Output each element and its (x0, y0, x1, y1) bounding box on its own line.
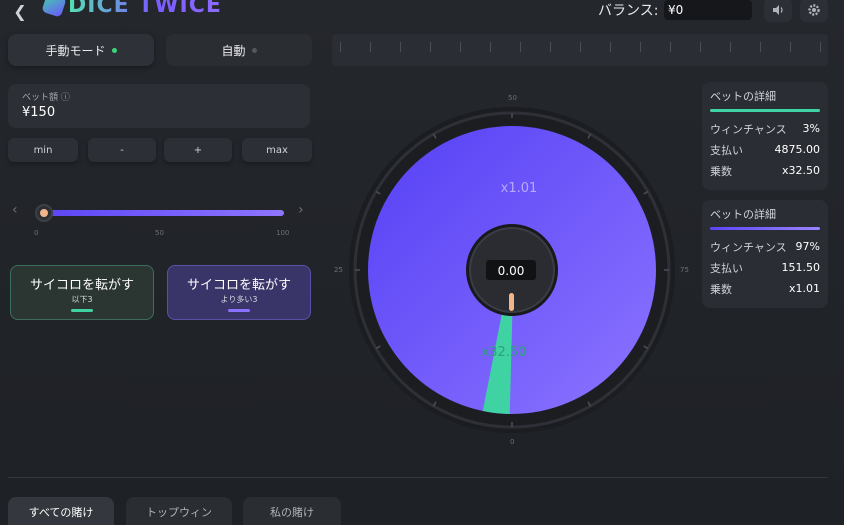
bet-details-under: ベットの詳細 ウィンチャンス 3% 支払い 4875.00 乗数 x32.50 (702, 82, 828, 190)
low-multiplier-label: x32.50 (482, 345, 527, 360)
roll-over-button[interactable]: サイコロを転がす より多い3 (167, 265, 311, 320)
history-tick (340, 42, 341, 52)
history-tick (520, 42, 521, 52)
tab-auto-mode[interactable]: 自動 (166, 34, 312, 66)
detail-row: 支払い 4875.00 (710, 139, 820, 160)
history-tick (430, 42, 431, 52)
tab-my-bets[interactable]: 私の賭け (243, 497, 341, 525)
speaker-icon (773, 5, 783, 15)
slider-label-mid: 50 (155, 229, 164, 237)
history-tick (460, 42, 461, 52)
chance-slider-handle[interactable] (35, 204, 53, 222)
bet-min-button[interactable]: min (8, 138, 78, 162)
detail-value: x32.50 (781, 164, 820, 177)
chance-slider-track[interactable] (40, 210, 284, 216)
bet-plus-button[interactable]: + (164, 138, 232, 162)
bet-amount-field[interactable]: ベット額 ⓘ ¥150 (8, 84, 310, 128)
history-tick (790, 42, 791, 52)
bet-max-button[interactable]: max (242, 138, 312, 162)
balance-label: バランス: (598, 3, 659, 19)
dice-logo-icon (41, 0, 67, 18)
section-divider (8, 477, 828, 478)
detail-value: 151.50 (781, 261, 821, 274)
roll-over-accent-bar (228, 308, 250, 312)
history-tick (670, 42, 671, 52)
detail-key: 乗数 (710, 282, 732, 296)
detail-value: 4875.00 (774, 143, 821, 156)
slider-knob-dot (40, 209, 48, 217)
tab-all-bets[interactable]: すべての賭け (8, 497, 114, 525)
detail-key: 乗数 (710, 164, 732, 178)
detail-row: ウィンチャンス 97% (710, 236, 820, 257)
chevron-left-icon: ❮ (13, 1, 27, 21)
wheel-mark-left: 25 (334, 266, 343, 274)
roll-under-accent-bar (71, 308, 93, 312)
detail-row: ウィンチャンス 3% (710, 118, 820, 139)
wheel-pointer (509, 293, 514, 311)
result-value: 0.00 (498, 264, 525, 278)
logo: DICE TWICE (41, 0, 222, 18)
tab-top-wins[interactable]: トップウィン (126, 497, 232, 525)
history-tick (640, 42, 641, 52)
sound-button[interactable] (764, 0, 792, 22)
history-tick (400, 42, 401, 52)
wheel-mark-bottom: 0 (510, 438, 515, 446)
detail-key: 支払い (710, 261, 743, 275)
gear-icon (808, 4, 820, 16)
bet-details-accent-line (710, 227, 820, 230)
history-tick (730, 42, 731, 52)
roll-under-title: サイコロを転がす (29, 277, 134, 293)
bet-details-over: ベットの詳細 ウィンチャンス 97% 支払い 151.50 乗数 x1.01 (702, 200, 828, 308)
detail-value: x1.01 (788, 282, 820, 295)
slider-label-end: 100 (276, 229, 290, 237)
roll-over-title: サイコロを転がす (186, 277, 291, 293)
slider-label-start: 0 (34, 229, 39, 237)
bet-details-accent-line (710, 109, 820, 112)
bet-details-title: ベットの詳細 (710, 208, 776, 221)
wheel-mark-right: 75 (680, 266, 689, 274)
logo-text: DICE TWICE (68, 0, 222, 18)
detail-row: 支払い 151.50 (710, 257, 820, 278)
history-tick (760, 42, 761, 52)
history-tick (700, 42, 701, 52)
settings-button[interactable] (800, 0, 828, 22)
detail-key: ウィンチャンス (710, 122, 787, 136)
back-button[interactable]: ❮ (6, 0, 34, 24)
detail-row: 乗数 x1.01 (710, 278, 820, 299)
active-dot-icon (111, 47, 117, 53)
wheel-graphic: x1.01 x32.50 0.00 (349, 107, 675, 433)
detail-value: 97% (795, 240, 820, 253)
inactive-dot-icon (251, 47, 257, 53)
history-tick (370, 42, 371, 52)
detail-row: 乗数 x32.50 (710, 160, 820, 181)
history-tick (610, 42, 611, 52)
results-history-strip (332, 34, 828, 66)
roll-under-subtitle: 以下3 (71, 294, 93, 304)
roll-over-subtitle: より多い3 (220, 294, 258, 304)
game-root: ❮ DICE TWICE バランス: ¥0 手動モード 自動 ベット額 ⓘ ¥1… (0, 0, 844, 525)
tab-manual-label: 手動モード (45, 43, 106, 58)
history-tick (580, 42, 581, 52)
slider-right-arrow-icon[interactable]: › (298, 202, 304, 218)
dice-wheel: x1.01 x32.50 0.00 50 25 75 0 (334, 94, 689, 456)
tab-manual-mode[interactable]: 手動モード (8, 34, 154, 66)
history-tick (820, 42, 821, 52)
bet-amount-label: ベット額 ⓘ (22, 93, 70, 103)
detail-key: ウィンチャンス (710, 240, 787, 254)
high-multiplier-label: x1.01 (501, 181, 538, 196)
tab-auto-label: 自動 (221, 43, 246, 58)
slider-left-arrow-icon[interactable]: ‹ (12, 202, 18, 218)
bet-details-title: ベットの詳細 (710, 90, 776, 103)
history-tick (550, 42, 551, 52)
roll-under-button[interactable]: サイコロを転がす 以下3 (10, 265, 154, 320)
bet-amount-value: ¥150 (22, 105, 56, 120)
history-tick (490, 42, 491, 52)
bet-minus-button[interactable]: - (88, 138, 156, 162)
balance-value: ¥0 (664, 0, 752, 20)
wheel-mark-top: 50 (508, 94, 517, 102)
detail-key: 支払い (710, 143, 743, 157)
detail-value: 3% (802, 122, 820, 135)
